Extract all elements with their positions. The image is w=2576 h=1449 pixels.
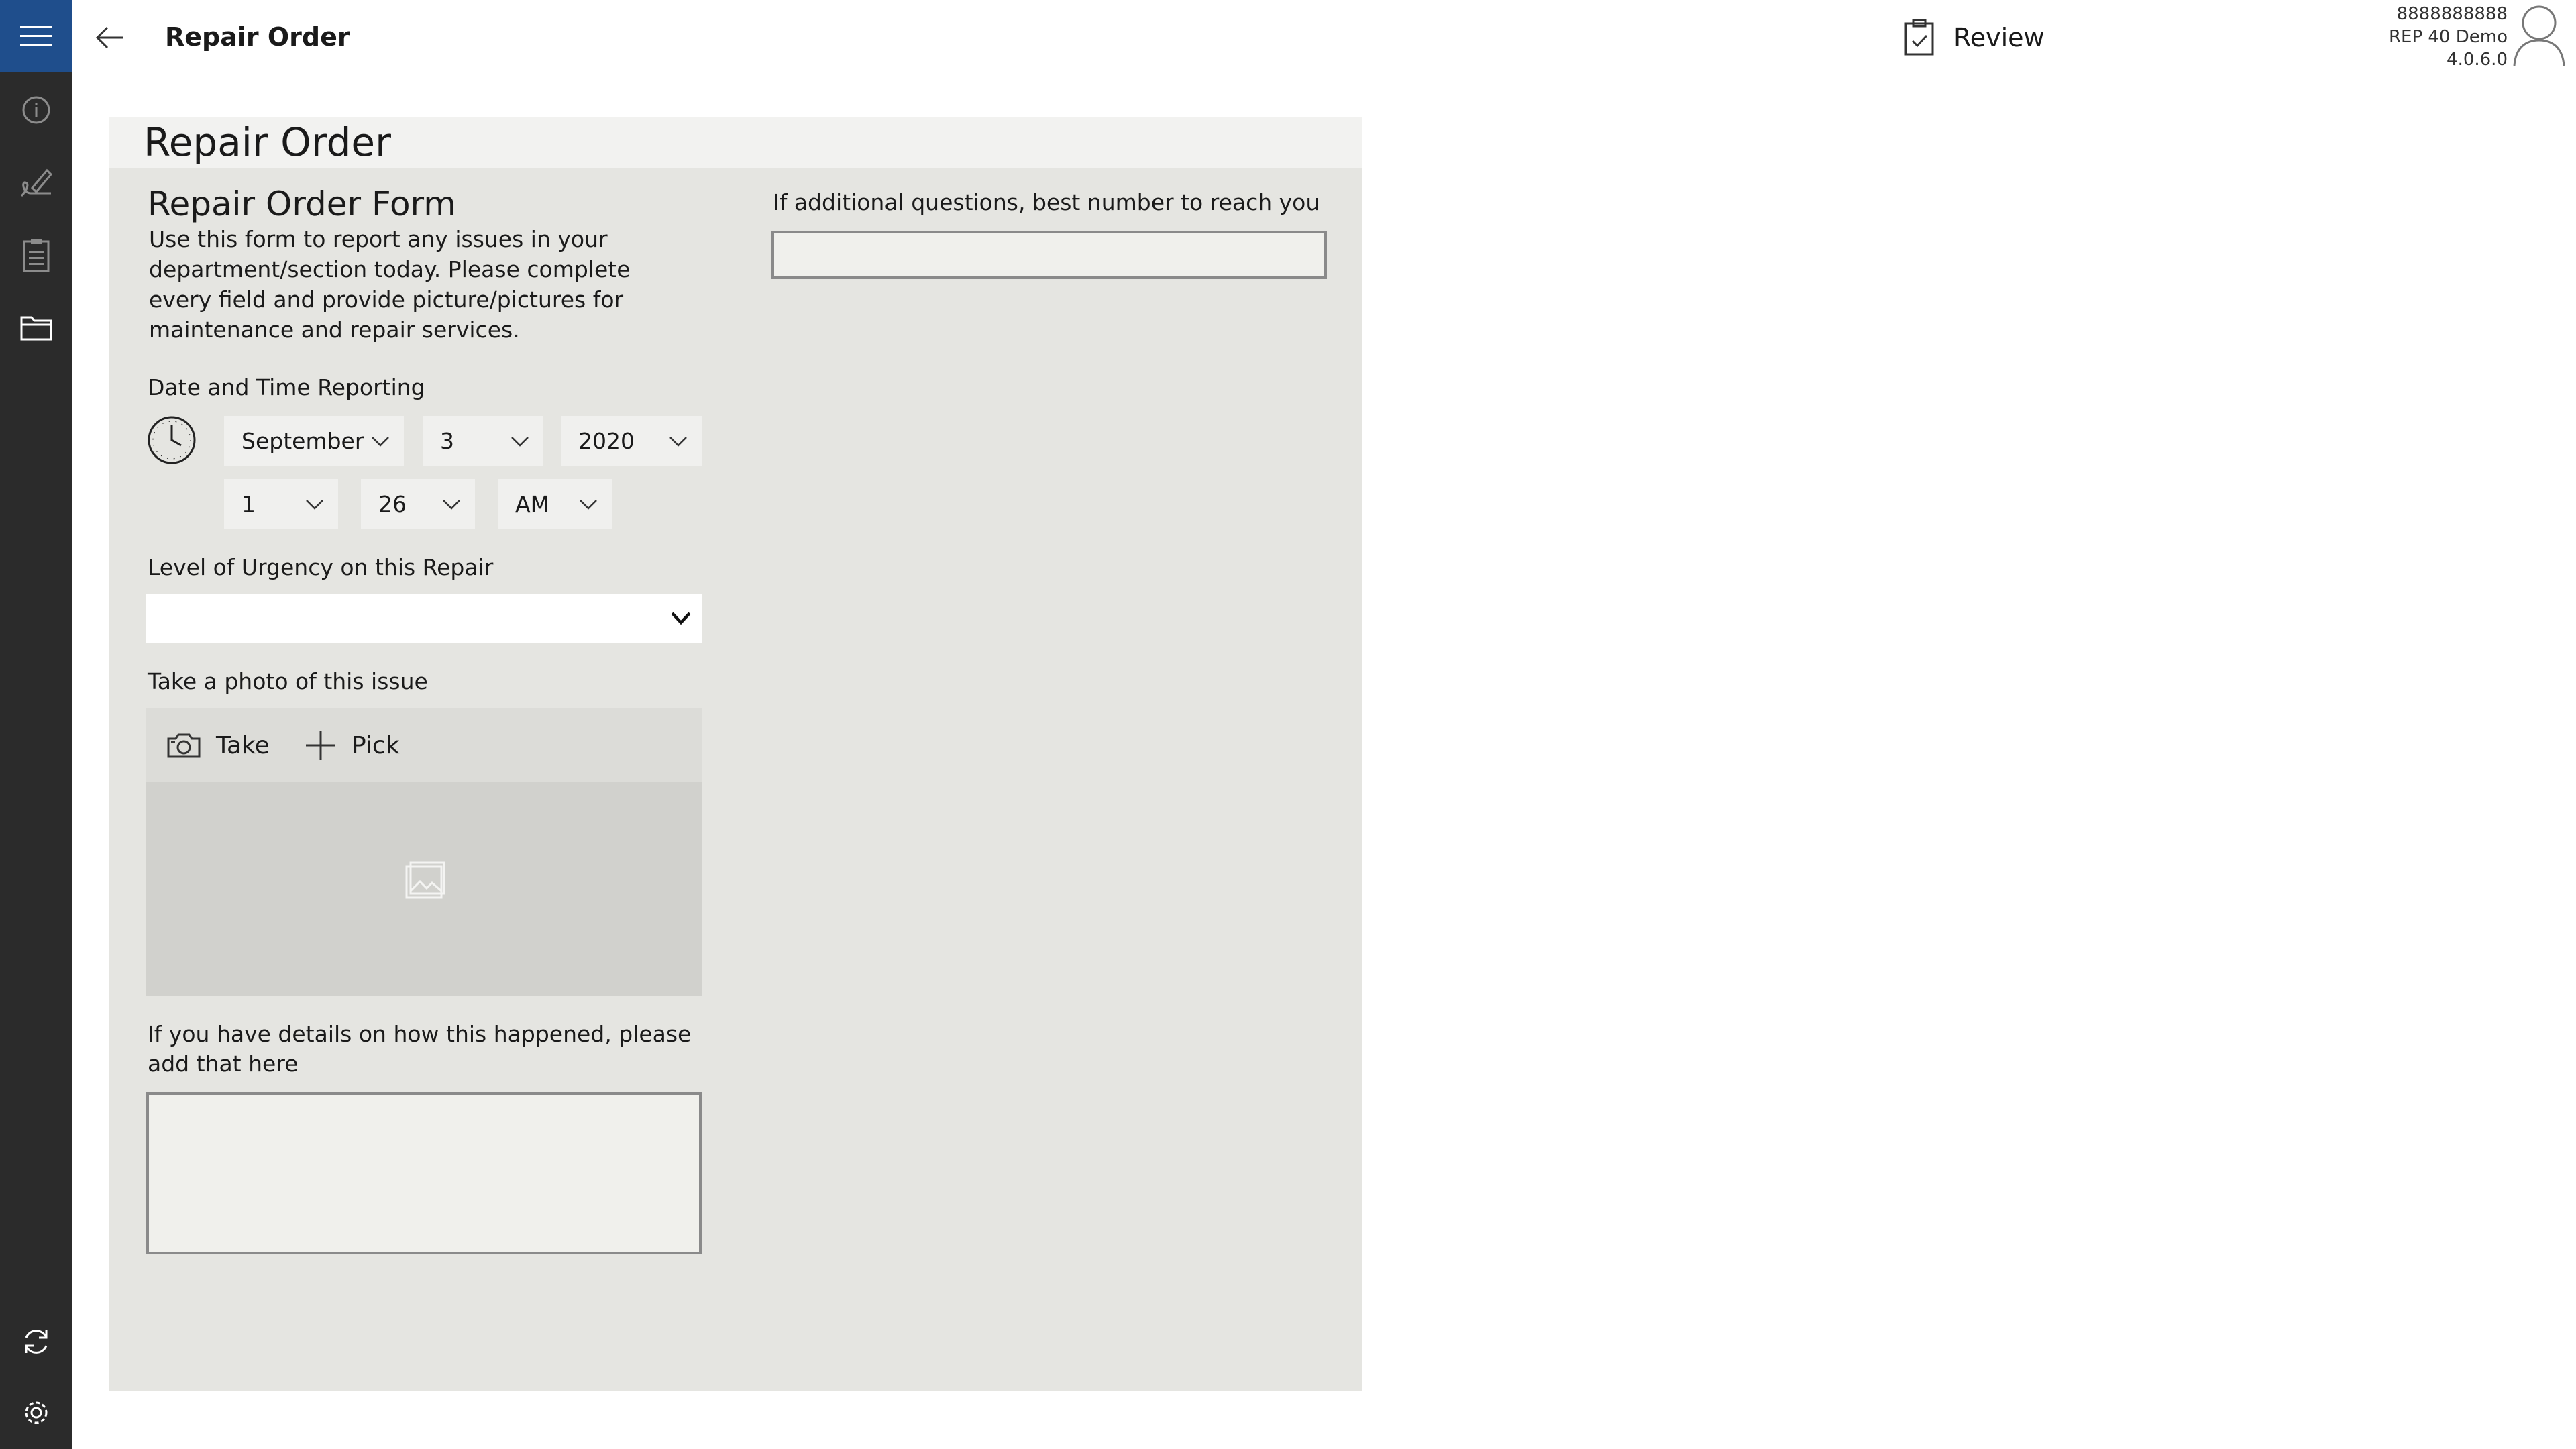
- minute-select[interactable]: 26: [361, 479, 475, 529]
- back-button[interactable]: [89, 19, 131, 56]
- hour-value: 1: [241, 490, 256, 517]
- sidebar: [0, 0, 72, 1449]
- ampm-select[interactable]: AM: [498, 479, 612, 529]
- arrow-left-icon: [95, 26, 123, 49]
- sidebar-item-clipboard[interactable]: [0, 219, 72, 291]
- user-account: REP 40 Demo: [2388, 27, 2508, 47]
- page-title: Repair Order: [165, 22, 350, 52]
- settings-button[interactable]: [0, 1377, 72, 1449]
- avatar[interactable]: [2510, 3, 2568, 67]
- ampm-value: AM: [515, 490, 550, 517]
- chevron-down-icon: [443, 500, 460, 510]
- clock-icon: [148, 416, 196, 464]
- chevron-down-icon: [372, 437, 389, 447]
- clipboard-icon: [23, 239, 50, 272]
- year-value: 2020: [578, 427, 635, 454]
- app-version: 4.0.6.0: [2447, 50, 2508, 70]
- user-phone: 8888888888: [2396, 4, 2508, 24]
- camera-icon: [167, 733, 201, 758]
- review-label: Review: [1953, 23, 2045, 52]
- folder-icon: [20, 316, 52, 341]
- user-info: 8888888888 REP 40 Demo 4.0.6.0: [2389, 3, 2508, 71]
- sync-button[interactable]: [0, 1305, 72, 1378]
- card-header: Repair Order: [109, 117, 1362, 168]
- chevron-down-icon: [306, 500, 323, 510]
- card-title: Repair Order: [144, 119, 391, 165]
- plus-icon: [306, 731, 335, 760]
- photo-picker: Take Pick: [146, 708, 702, 996]
- chevron-down-icon: [580, 500, 597, 510]
- pick-photo-button[interactable]: Pick: [305, 708, 400, 782]
- month-select[interactable]: September: [224, 416, 404, 466]
- repair-order-card: Repair Order Repair Order Form Use this …: [109, 117, 1362, 1391]
- gear-icon: [25, 1401, 48, 1424]
- form-title: Repair Order Form: [148, 184, 456, 223]
- details-label: If you have details on how this happened…: [148, 1021, 692, 1077]
- urgency-select[interactable]: [146, 594, 702, 643]
- sidebar-item-folder[interactable]: [0, 291, 72, 364]
- chevron-down-icon: [671, 612, 691, 625]
- signature-icon: [20, 168, 53, 197]
- pick-label: Pick: [352, 731, 400, 759]
- day-select[interactable]: 3: [423, 416, 543, 466]
- form-description: Use this form to report any issues in yo…: [149, 226, 631, 343]
- minute-value: 26: [378, 490, 407, 517]
- month-value: September: [241, 427, 364, 454]
- urgency-label: Level of Urgency on this Repair: [148, 554, 494, 580]
- sidebar-item-signature[interactable]: [0, 146, 72, 219]
- year-select[interactable]: 2020: [561, 416, 702, 466]
- day-value: 3: [440, 427, 454, 454]
- sidebar-item-info[interactable]: [0, 74, 72, 146]
- details-textarea[interactable]: [146, 1092, 702, 1254]
- chevron-down-icon: [511, 437, 529, 447]
- photo-toolbar: Take Pick: [146, 708, 702, 782]
- take-photo-button[interactable]: Take: [166, 708, 270, 782]
- date-time-label: Date and Time Reporting: [148, 374, 425, 400]
- user-icon: [2513, 5, 2565, 66]
- info-icon: [22, 96, 50, 124]
- phone-label: If additional questions, best number to …: [773, 189, 1320, 215]
- hour-select[interactable]: 1: [224, 479, 338, 529]
- review-button[interactable]: Review: [1902, 16, 2045, 59]
- sync-icon: [25, 1330, 48, 1354]
- phone-input[interactable]: [771, 231, 1327, 279]
- take-label: Take: [216, 731, 270, 759]
- image-placeholder-icon: [405, 861, 445, 899]
- clipboard-check-icon: [1904, 19, 1934, 56]
- chevron-down-icon: [669, 437, 687, 447]
- hamburger-icon: [20, 26, 52, 46]
- photo-label: Take a photo of this issue: [148, 668, 428, 694]
- hamburger-menu-button[interactable]: [0, 0, 72, 72]
